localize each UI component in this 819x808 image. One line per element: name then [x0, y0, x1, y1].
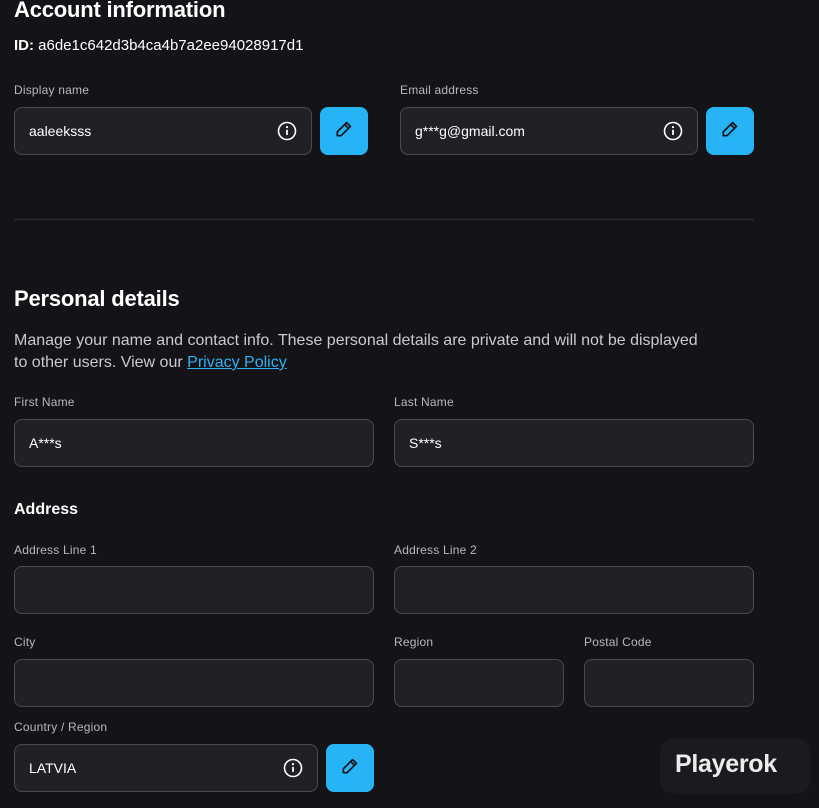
personal-title: Personal details [14, 286, 180, 311]
account-id-label: ID: [14, 37, 34, 54]
postal-code-field[interactable] [584, 659, 754, 707]
info-icon[interactable] [663, 121, 683, 141]
city-field[interactable] [14, 659, 374, 707]
first-name-label: First Name [14, 395, 75, 409]
display-name-label: Display name [14, 83, 90, 97]
pencil-icon [720, 119, 740, 144]
info-icon[interactable] [277, 121, 297, 141]
pencil-icon [340, 756, 360, 781]
display-name-value: aaleeksss [29, 123, 92, 139]
city-label: City [14, 635, 36, 649]
email-label: Email address [400, 83, 479, 97]
personal-description: Manage your name and contact info. These… [14, 330, 714, 374]
postal-code-label: Postal Code [584, 635, 652, 649]
email-value: g***g@gmail.com [415, 123, 525, 139]
region-field[interactable] [394, 659, 564, 707]
country-value: LATVIA [29, 760, 77, 776]
address-title: Address [14, 501, 79, 518]
edit-country-button[interactable] [326, 744, 374, 792]
account-id: ID: a6de1c642d3b4ca4b7a2ee94028917d1 [14, 37, 303, 54]
first-name-field[interactable]: A***s [14, 419, 374, 467]
country-field[interactable]: LATVIA [14, 744, 318, 792]
country-label: Country / Region [14, 720, 108, 734]
address-line1-label: Address Line 1 [14, 543, 97, 557]
pencil-icon [334, 119, 354, 144]
address-line2-field[interactable] [394, 566, 754, 614]
email-field[interactable]: g***g@gmail.com [400, 107, 698, 155]
edit-email-button[interactable] [706, 107, 754, 155]
playerok-watermark: Playerok [675, 750, 777, 778]
section-divider [14, 219, 754, 220]
display-name-field[interactable]: aaleeksss [14, 107, 312, 155]
edit-display-name-button[interactable] [320, 107, 368, 155]
first-name-value: A***s [29, 435, 62, 451]
last-name-value: S***s [409, 435, 442, 451]
personal-description-text: Manage your name and contact info. These… [14, 332, 698, 371]
privacy-policy-link[interactable]: Privacy Policy [187, 354, 287, 371]
last-name-label: Last Name [394, 395, 454, 409]
address-line1-field[interactable] [14, 566, 374, 614]
last-name-field[interactable]: S***s [394, 419, 754, 467]
account-id-value: a6de1c642d3b4ca4b7a2ee94028917d1 [38, 37, 304, 54]
info-icon[interactable] [283, 758, 303, 778]
region-label: Region [394, 635, 434, 649]
account-title: Account information [14, 0, 226, 22]
address-line2-label: Address Line 2 [394, 543, 477, 557]
